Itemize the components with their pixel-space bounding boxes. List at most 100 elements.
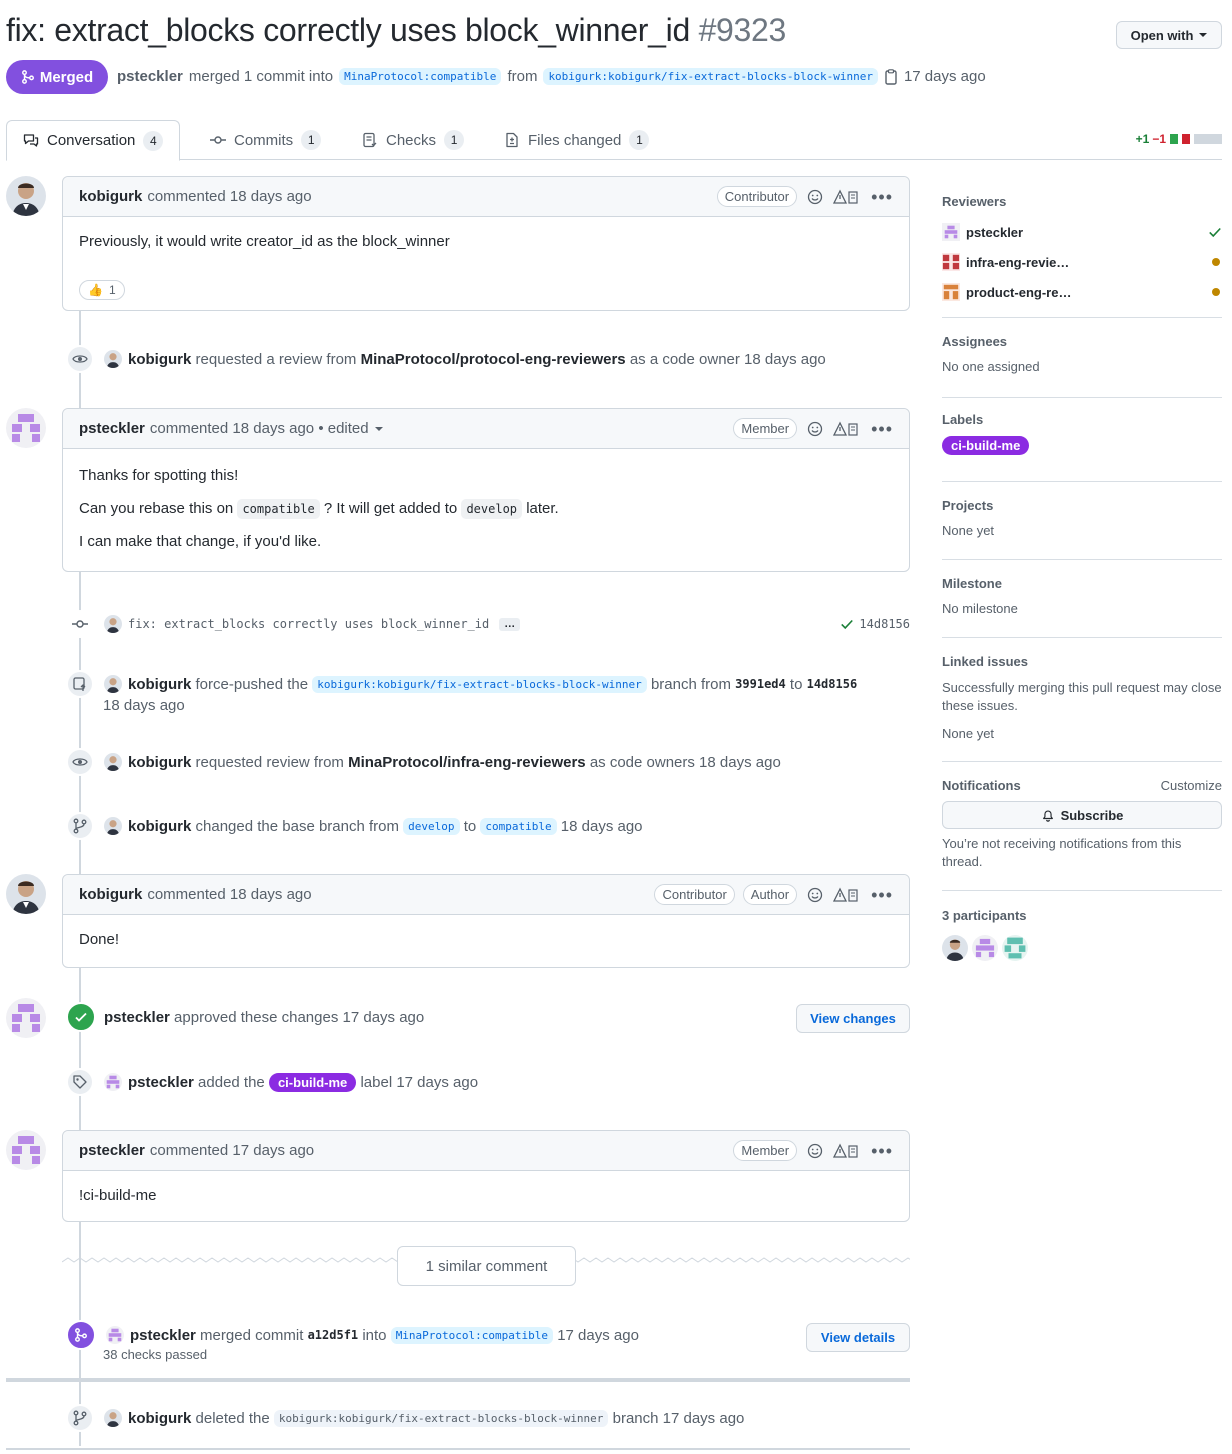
customize-link[interactable]: Customize xyxy=(1161,778,1222,793)
tab-checks[interactable]: Checks 1 xyxy=(362,120,465,160)
sidebar-heading[interactable]: Projects xyxy=(942,498,1222,513)
report-content-icon[interactable] xyxy=(833,887,861,903)
commit-expand-button[interactable]: … xyxy=(499,617,521,631)
sidebar-heading[interactable]: Milestone xyxy=(942,576,1222,591)
comment-timestamp[interactable]: commented 17 days ago xyxy=(150,1142,314,1159)
event-user[interactable]: kobigurk xyxy=(128,818,191,835)
label-pill[interactable]: ci-build-me xyxy=(268,1072,357,1092)
report-content-icon[interactable] xyxy=(833,421,861,437)
check-icon[interactable] xyxy=(840,617,854,631)
sidebar-participants: 3 participants xyxy=(942,908,1222,961)
avatar-kobigurk[interactable] xyxy=(6,176,46,216)
branch-link[interactable]: kobigurk:kobigurk/fix-extract-blocks-blo… xyxy=(312,675,647,693)
comment-timestamp[interactable]: commented 18 days ago xyxy=(147,886,311,903)
report-content-icon[interactable] xyxy=(833,1143,861,1159)
tab-checks-label: Checks xyxy=(386,131,437,149)
reviewer-item[interactable]: psteckler xyxy=(942,217,1222,247)
event-timestamp[interactable]: 18 days ago xyxy=(103,697,185,714)
checks-passed-text[interactable]: 38 checks passed xyxy=(103,1347,207,1362)
avatar-psteckler[interactable] xyxy=(6,408,46,448)
edited-label: • edited xyxy=(318,420,369,437)
merge-commit-sha-link[interactable]: a12d5f1 xyxy=(308,1328,359,1342)
check-circle-icon xyxy=(66,1002,96,1032)
tab-conversation[interactable]: Conversation 4 xyxy=(6,120,181,161)
caret-down-icon xyxy=(374,426,383,431)
view-changes-button[interactable]: View changes xyxy=(796,1004,910,1033)
smiley-icon[interactable] xyxy=(807,189,823,205)
comment-author[interactable]: kobigurk xyxy=(79,188,142,205)
comment-timestamp[interactable]: commented 18 days ago xyxy=(147,188,311,205)
meta-user-link[interactable]: psteckler xyxy=(117,68,183,85)
sidebar-milestone: Milestone No milestone xyxy=(942,576,1222,638)
smiley-icon[interactable] xyxy=(807,1143,823,1159)
branch-link[interactable]: MinaProtocol:compatible xyxy=(390,1326,554,1344)
tab-commits[interactable]: Commits 1 xyxy=(210,120,322,160)
comment-author[interactable]: psteckler xyxy=(79,1142,145,1159)
subscribe-button[interactable]: Subscribe xyxy=(942,801,1222,829)
to-sha-link[interactable]: 14d8156 xyxy=(807,677,858,691)
comment-text: Can you rebase this on xyxy=(79,500,234,517)
comment-author[interactable]: psteckler xyxy=(79,420,145,437)
branch-link[interactable]: compatible xyxy=(480,817,557,835)
sidebar-heading[interactable]: Linked issues xyxy=(942,654,1222,669)
event-team-link[interactable]: MinaProtocol/protocol-eng-reviewers xyxy=(361,351,626,368)
kebab-menu-icon[interactable]: ••• xyxy=(871,188,893,206)
event-user[interactable]: kobigurk xyxy=(128,676,191,693)
avatar-participant-3[interactable] xyxy=(1002,935,1028,961)
event-user[interactable]: psteckler xyxy=(130,1327,196,1344)
avatar-small-kobigurk[interactable] xyxy=(104,615,122,633)
event-user[interactable]: kobigurk xyxy=(128,351,191,368)
smiley-icon[interactable] xyxy=(807,887,823,903)
avatar-small-kobigurk[interactable] xyxy=(104,350,122,368)
role-badge: Member xyxy=(733,1140,798,1161)
event-user[interactable]: kobigurk xyxy=(128,754,191,771)
comment-text: Previously, it would write creator_id as… xyxy=(79,233,450,250)
avatar-small-psteckler[interactable] xyxy=(104,1073,122,1091)
avatar-kobigurk[interactable] xyxy=(942,935,968,961)
kebab-menu-icon[interactable]: ••• xyxy=(871,420,893,438)
sidebar-heading[interactable]: Labels xyxy=(942,412,1222,427)
avatar-psteckler[interactable] xyxy=(972,935,998,961)
comment-author[interactable]: kobigurk xyxy=(79,886,142,903)
event-user[interactable]: psteckler xyxy=(104,1009,170,1026)
event-user[interactable]: kobigurk xyxy=(128,1410,191,1427)
label-pill[interactable]: ci-build-me xyxy=(942,436,1030,455)
copy-icon[interactable] xyxy=(884,68,898,85)
reaction-thumbs-up[interactable]: 👍 1 xyxy=(79,280,125,300)
avatar-small-kobigurk[interactable] xyxy=(104,817,122,835)
avatar-psteckler[interactable] xyxy=(6,998,46,1038)
open-with-button[interactable]: Open with xyxy=(1116,21,1222,49)
reviewer-item[interactable]: infra-eng-revie… xyxy=(942,247,1222,277)
event-user[interactable]: psteckler xyxy=(128,1074,194,1091)
avatar-psteckler[interactable] xyxy=(6,1130,46,1170)
smiley-icon[interactable] xyxy=(807,421,823,437)
head-branch[interactable]: kobigurk:kobigurk/fix-extract-blocks-blo… xyxy=(543,68,878,85)
comment-timestamp[interactable]: commented 18 days ago xyxy=(150,420,314,437)
edited-dropdown[interactable]: • edited xyxy=(318,420,383,437)
timeline-event-approved: psteckler approved these changes 17 days… xyxy=(66,1002,424,1032)
avatar-kobigurk[interactable] xyxy=(6,874,46,914)
base-branch[interactable]: MinaProtocol:compatible xyxy=(339,68,502,85)
avatar-small-psteckler[interactable] xyxy=(106,1326,124,1344)
report-content-icon[interactable] xyxy=(833,189,861,205)
avatar-small-kobigurk[interactable] xyxy=(104,675,122,693)
avatar-small-kobigurk[interactable] xyxy=(104,1409,122,1427)
comment-paragraph-3: I can make that change, if you'd like. xyxy=(79,533,322,550)
kebab-menu-icon[interactable]: ••• xyxy=(871,1142,893,1160)
event-team-link[interactable]: MinaProtocol/infra-eng-reviewers xyxy=(348,754,586,771)
avatar-small-kobigurk[interactable] xyxy=(104,753,122,771)
sidebar-heading[interactable]: Assignees xyxy=(942,334,1222,349)
event-timestamp[interactable]: 17 days ago xyxy=(557,1327,639,1344)
kebab-menu-icon[interactable]: ••• xyxy=(871,886,893,904)
commit-sha-link[interactable]: 14d8156 xyxy=(859,617,910,631)
tab-files-changed[interactable]: Files changed 1 xyxy=(504,120,650,160)
load-similar-comments-button[interactable]: 1 similar comment xyxy=(397,1246,576,1286)
event-timestamp[interactable]: 18 days ago xyxy=(561,818,643,835)
reviewer-item[interactable]: product-eng-re… xyxy=(942,277,1222,307)
sidebar-heading[interactable]: Reviewers xyxy=(942,194,1222,209)
commit-message-link[interactable]: fix: extract_blocks correctly uses block… xyxy=(128,617,489,631)
from-sha-link[interactable]: 3991ed4 xyxy=(735,677,786,691)
event-text: force-pushed the xyxy=(195,675,309,693)
branch-link[interactable]: develop xyxy=(403,817,460,835)
view-details-button[interactable]: View details xyxy=(806,1323,910,1352)
